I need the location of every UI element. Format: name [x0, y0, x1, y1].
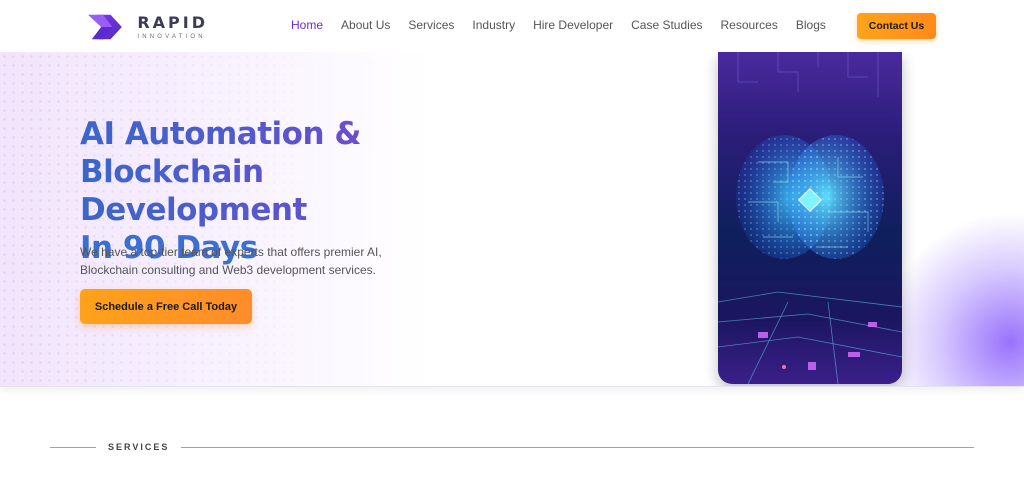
site-header: RAPID INNOVATION Home About Us Services …	[0, 0, 1024, 52]
hero-description: We have a top-tier team of experts that …	[80, 245, 382, 277]
divider-line	[181, 446, 974, 448]
nav-about-us[interactable]: About Us	[341, 18, 390, 32]
logo-wordmark: RAPID	[137, 12, 208, 32]
hero-title-line-1: AI Automation &	[80, 115, 500, 153]
nav-industry[interactable]: Industry	[472, 18, 515, 32]
nav-services[interactable]: Services	[408, 18, 454, 32]
nav-resources[interactable]: Resources	[721, 18, 778, 32]
logo[interactable]: RAPID INNOVATION	[88, 11, 208, 43]
services-label: SERVICES	[108, 442, 170, 452]
hero-image-phone	[718, 52, 902, 384]
main-nav: Home About Us Services Industry Hire Dev…	[291, 18, 844, 32]
nav-hire-developer[interactable]: Hire Developer	[533, 18, 613, 32]
nav-case-studies[interactable]: Case Studies	[631, 18, 702, 32]
logo-mark-icon	[88, 14, 122, 40]
contact-us-button[interactable]: Contact Us	[857, 13, 936, 39]
hero-title-line-2: Blockchain Development	[80, 153, 500, 229]
divider-line	[50, 446, 96, 448]
nav-blogs[interactable]: Blogs	[796, 18, 826, 32]
nav-home[interactable]: Home	[291, 18, 323, 32]
ai-brain-circuit-icon	[718, 52, 902, 384]
services-heading-row: SERVICES	[50, 440, 974, 454]
logo-subtitle: INNOVATION	[137, 33, 206, 40]
schedule-call-button[interactable]: Schedule a Free Call Today	[80, 289, 252, 324]
hero-section: AI Automation & Blockchain Development I…	[0, 52, 1024, 387]
